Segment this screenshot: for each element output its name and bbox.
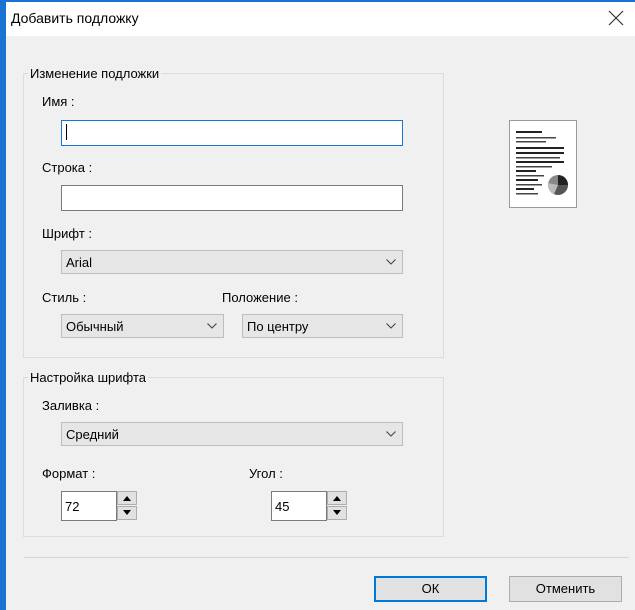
- font-select[interactable]: Arial: [61, 250, 403, 274]
- name-label: Имя :: [42, 94, 75, 109]
- format-label: Формат :: [42, 466, 96, 481]
- close-icon: [608, 10, 624, 26]
- chevron-down-icon: [207, 323, 217, 329]
- close-button[interactable]: [603, 4, 629, 32]
- angle-stepper[interactable]: 45: [271, 491, 349, 521]
- style-label: Стиль :: [42, 290, 87, 305]
- arrow-up-icon: [123, 496, 131, 501]
- text-caret: [66, 124, 67, 140]
- angle-decrement-button[interactable]: [327, 506, 347, 520]
- line-label: Строка :: [42, 160, 93, 175]
- position-select[interactable]: По центру: [242, 314, 403, 338]
- font-select-value: Arial: [66, 255, 93, 270]
- font-settings-legend: Настройка шрифта: [30, 370, 146, 385]
- position-label: Положение :: [222, 290, 298, 305]
- angle-increment-button[interactable]: [327, 491, 347, 505]
- dialog-title: Добавить подложку: [11, 10, 139, 26]
- watermark-edit-legend: Изменение подложки: [30, 66, 160, 81]
- watermark-preview: [509, 120, 577, 208]
- chevron-down-icon: [386, 323, 396, 329]
- dialog-window: Добавить подложку Изменение подложки Имя…: [0, 0, 635, 610]
- fill-label: Заливка :: [42, 398, 100, 413]
- format-increment-button[interactable]: [117, 491, 137, 505]
- position-select-value: По центру: [247, 319, 309, 334]
- name-input[interactable]: [61, 120, 403, 146]
- format-stepper[interactable]: 72: [61, 491, 139, 521]
- line-input[interactable]: [61, 185, 403, 211]
- arrow-down-icon: [123, 510, 131, 515]
- angle-value: 45: [275, 499, 290, 514]
- ok-button[interactable]: ОК: [374, 576, 487, 602]
- arrow-up-icon: [333, 496, 341, 501]
- format-decrement-button[interactable]: [117, 506, 137, 520]
- document-preview-icon: [516, 131, 568, 195]
- angle-label: Угол :: [249, 466, 283, 481]
- font-label: Шрифт :: [42, 226, 92, 241]
- chevron-down-icon: [386, 431, 396, 437]
- button-separator: [24, 557, 629, 558]
- cancel-button[interactable]: Отменить: [509, 576, 622, 602]
- angle-input[interactable]: 45: [271, 491, 327, 521]
- fill-select-value: Средний: [66, 427, 119, 442]
- title-bar: Добавить подложку: [6, 2, 635, 36]
- fill-select[interactable]: Средний: [61, 422, 403, 446]
- format-input[interactable]: 72: [61, 491, 117, 521]
- style-select-value: Обычный: [66, 319, 124, 334]
- format-value: 72: [65, 499, 80, 514]
- arrow-down-icon: [333, 510, 341, 515]
- chevron-down-icon: [386, 259, 396, 265]
- style-select[interactable]: Обычный: [61, 314, 224, 338]
